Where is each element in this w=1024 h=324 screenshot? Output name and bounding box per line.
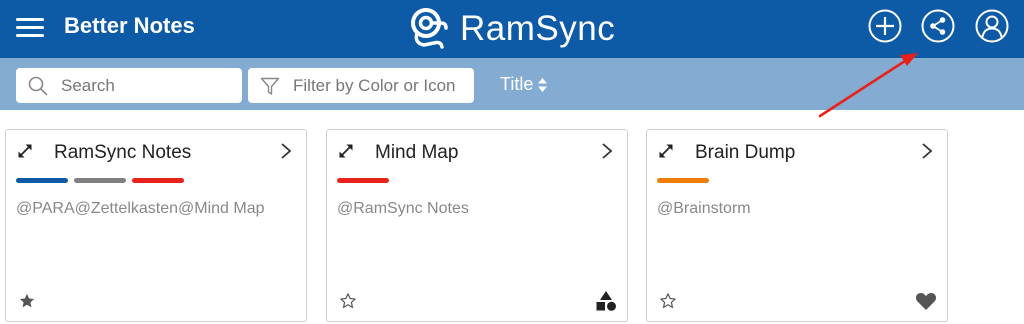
card-title: RamSync Notes bbox=[54, 142, 192, 163]
search-icon bbox=[28, 76, 48, 96]
chevron-right-icon[interactable] bbox=[601, 142, 613, 160]
sort-label: Title bbox=[500, 74, 534, 94]
search-input[interactable] bbox=[61, 68, 236, 103]
toolbar: Title bbox=[0, 58, 1024, 110]
filter-input[interactable] bbox=[293, 68, 474, 103]
card-title: Mind Map bbox=[375, 142, 459, 163]
brand-logo: RamSync bbox=[408, 6, 615, 52]
expand-icon[interactable] bbox=[337, 142, 355, 160]
app-header: Better Notes RamSync bbox=[0, 0, 1024, 58]
search-box bbox=[16, 68, 242, 103]
color-tag bbox=[337, 178, 389, 183]
share-icon[interactable] bbox=[921, 9, 955, 43]
expand-icon[interactable] bbox=[16, 142, 34, 160]
note-card[interactable]: Brain Dump @Brainstorm bbox=[646, 129, 948, 322]
app-title: Better Notes bbox=[64, 13, 195, 38]
filter-box bbox=[248, 68, 474, 103]
sort-icon bbox=[538, 77, 548, 92]
color-tag bbox=[132, 178, 184, 183]
star-filled-icon[interactable] bbox=[18, 292, 36, 310]
chevron-right-icon[interactable] bbox=[280, 142, 292, 160]
user-icon[interactable] bbox=[975, 9, 1009, 43]
card-tags: @RamSync Notes bbox=[337, 200, 469, 217]
expand-icon[interactable] bbox=[657, 142, 675, 160]
chevron-right-icon[interactable] bbox=[921, 142, 933, 160]
color-tag bbox=[16, 178, 68, 183]
star-outline-icon[interactable] bbox=[659, 292, 677, 310]
shapes-icon bbox=[596, 291, 616, 311]
sort-button[interactable]: Title bbox=[500, 74, 548, 95]
card-tags: @Brainstorm bbox=[657, 200, 751, 217]
color-tag bbox=[657, 178, 709, 183]
note-card[interactable]: Mind Map @RamSync Notes bbox=[326, 129, 628, 322]
menu-icon[interactable] bbox=[16, 16, 44, 40]
star-outline-icon[interactable] bbox=[339, 292, 357, 310]
color-tag bbox=[74, 178, 126, 183]
heart-icon bbox=[915, 293, 937, 310]
color-tags bbox=[16, 178, 184, 183]
card-title: Brain Dump bbox=[695, 142, 796, 163]
card-tags: @PARA@Zettelkasten@Mind Map bbox=[16, 200, 265, 217]
add-icon[interactable] bbox=[868, 9, 902, 43]
filter-icon bbox=[260, 77, 280, 95]
brand-name: RamSync bbox=[460, 9, 616, 48]
note-card[interactable]: RamSync Notes @PARA@Zettelkasten@Mind Ma… bbox=[5, 129, 307, 322]
color-tags bbox=[337, 178, 389, 183]
ramsync-logo-icon bbox=[411, 8, 448, 49]
color-tags bbox=[657, 178, 709, 183]
